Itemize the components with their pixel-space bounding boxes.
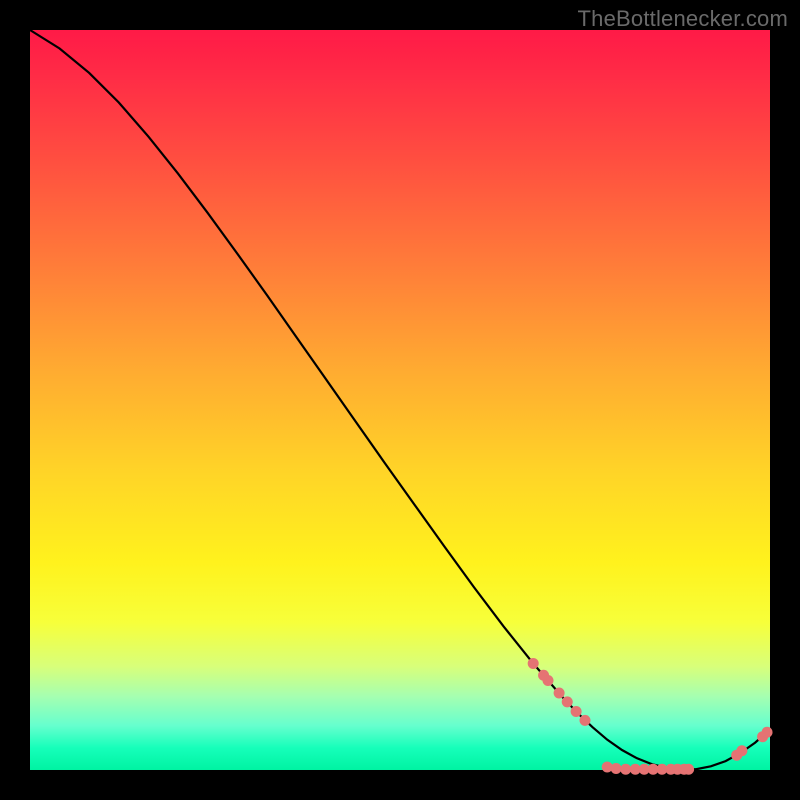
watermark-text: TheBottlenecker.com bbox=[578, 6, 788, 32]
curve-marker bbox=[528, 658, 539, 669]
curve-marker bbox=[611, 763, 622, 774]
chart-frame: TheBottlenecker.com bbox=[0, 0, 800, 800]
curve-marker bbox=[736, 745, 747, 756]
curve-marker bbox=[620, 764, 631, 775]
plot-area bbox=[30, 30, 770, 770]
curve-marker bbox=[562, 696, 573, 707]
curve-marker bbox=[683, 764, 694, 775]
curve-markers bbox=[528, 658, 773, 775]
curve-marker bbox=[554, 688, 565, 699]
curve-svg bbox=[30, 30, 770, 770]
bottleneck-curve bbox=[30, 30, 770, 769]
curve-marker bbox=[580, 715, 591, 726]
curve-marker bbox=[543, 675, 554, 686]
curve-marker bbox=[571, 706, 582, 717]
curve-marker bbox=[762, 727, 773, 738]
